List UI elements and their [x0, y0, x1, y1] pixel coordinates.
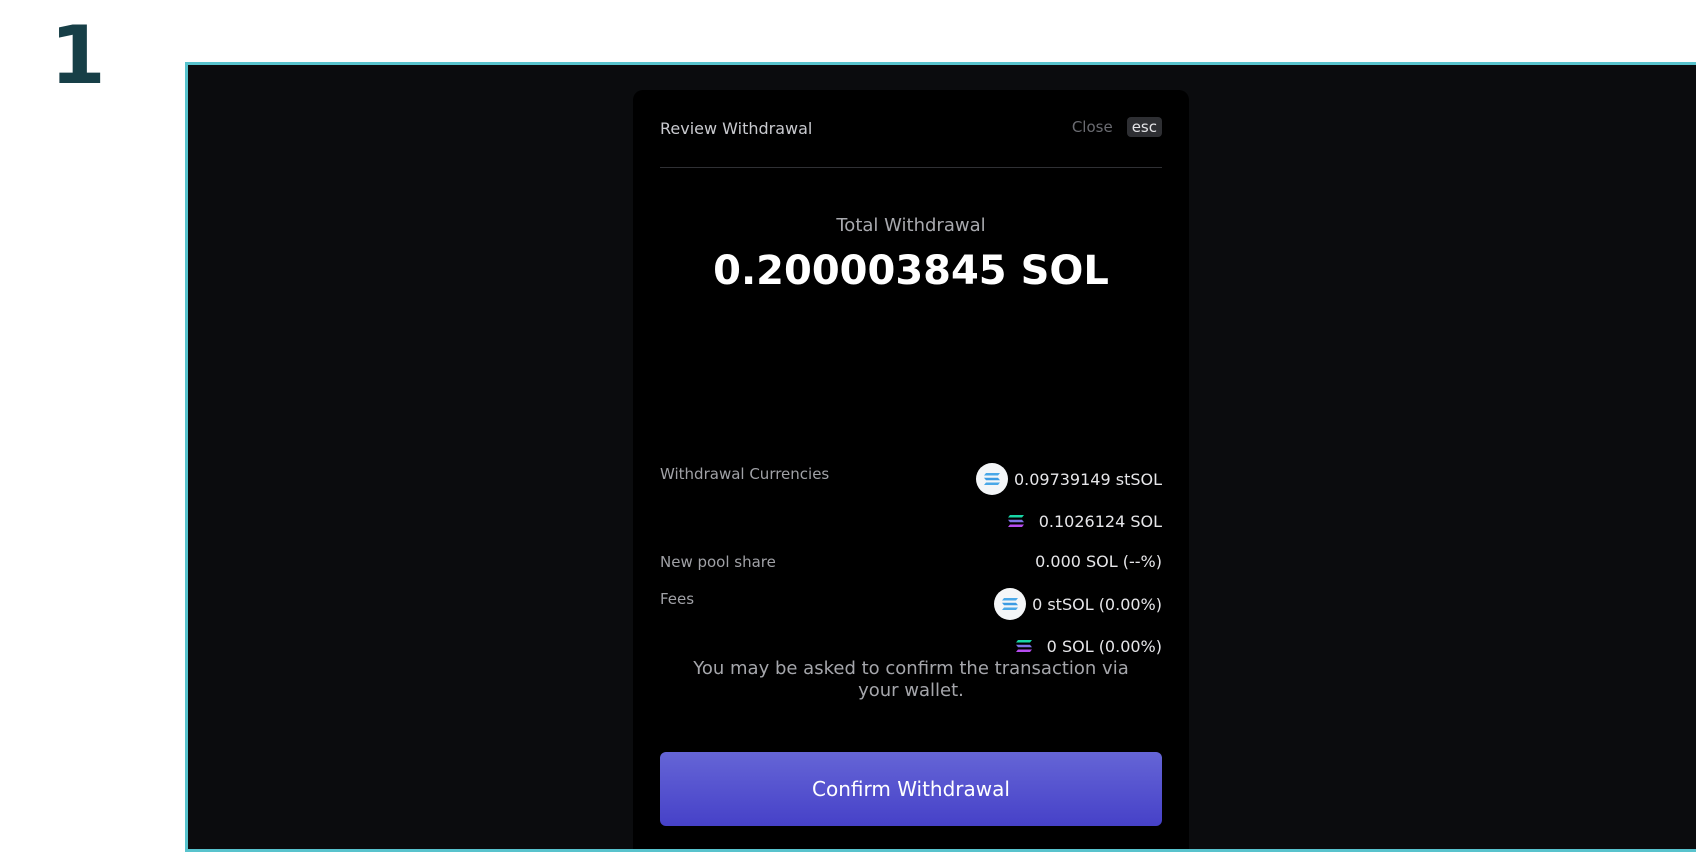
step-number: 1 — [50, 9, 106, 102]
stsol-coin-icon — [975, 463, 1008, 495]
withdrawal-sol-amount: 0.1026124 SOL — [1038, 511, 1162, 531]
modal-header: Review Withdrawal Close esc — [660, 90, 1162, 168]
confirm-withdrawal-button[interactable]: Confirm Withdrawal — [660, 752, 1162, 826]
close-button[interactable]: Close — [1072, 118, 1113, 136]
total-withdrawal-amount: 0.200003845 SOL — [713, 248, 1109, 294]
fees-stsol-value: 0 stSOL (0.00%) — [994, 588, 1162, 620]
fees-sol-value: 0 SOL (0.00%) — [1013, 635, 1162, 657]
withdrawal-currencies-label: Withdrawal Currencies — [660, 465, 830, 483]
new-pool-share-amount: 0.000 SOL (--%) — [1035, 552, 1162, 571]
stsol-coin-icon — [994, 588, 1027, 620]
review-withdrawal-modal: Review Withdrawal Close esc Total Withdr… — [633, 90, 1189, 849]
withdrawal-stsol-amount: 0.09739149 stSOL — [1013, 469, 1162, 489]
sol-coin-icon — [1013, 635, 1035, 657]
sol-coin-icon — [1005, 510, 1027, 532]
new-pool-share-label: New pool share — [660, 553, 776, 571]
withdrawal-stsol-value: 0.09739149 stSOL — [975, 463, 1162, 495]
withdrawal-sol-value: 0.1026124 SOL — [1005, 510, 1162, 532]
close-group: Close esc — [1072, 117, 1162, 137]
new-pool-share-value: 0.000 SOL (--%) — [1035, 552, 1162, 571]
wallet-confirmation-note: You may be asked to confirm the transact… — [693, 658, 1129, 701]
fees-sol-amount: 0 SOL (0.00%) — [1046, 636, 1162, 656]
fees-stsol-amount: 0 stSOL (0.00%) — [1032, 594, 1162, 614]
fees-label: Fees — [660, 590, 695, 608]
total-withdrawal-label: Total Withdrawal — [836, 215, 986, 236]
esc-key-badge[interactable]: esc — [1126, 117, 1162, 137]
modal-title: Review Withdrawal — [660, 119, 813, 138]
screenshot-frame: Review Withdrawal Close esc Total Withdr… — [185, 62, 1696, 852]
